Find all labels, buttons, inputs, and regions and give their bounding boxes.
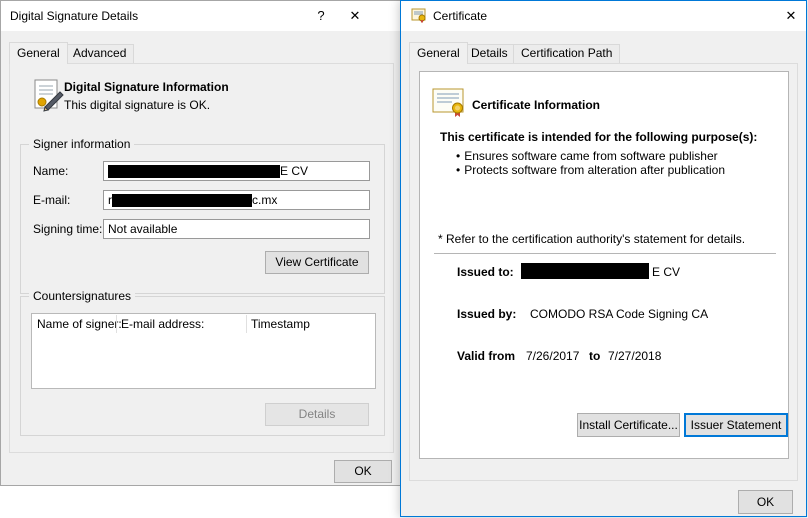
issuer-statement-button[interactable]: Issuer Statement (684, 413, 788, 437)
countersignatures-legend: Countersignatures (29, 289, 135, 304)
close-icon[interactable]: ✕ (774, 1, 808, 31)
column-email-address[interactable]: E-mail address: (121, 317, 204, 331)
signature-icon (32, 78, 64, 115)
right-titlebar[interactable]: Certificate ✕ (401, 1, 806, 31)
email-value-suffix: c.mx (252, 193, 277, 207)
column-separator (116, 315, 117, 333)
name-field[interactable]: E CV (103, 161, 370, 181)
signer-information-group: Signer information Name: E CV E-mail: rc… (20, 144, 385, 294)
certificate-icon (432, 88, 468, 121)
valid-to-word: to (589, 349, 600, 363)
certificate-information-heading: Certificate Information (472, 98, 600, 112)
tab-general[interactable]: General (9, 42, 68, 64)
signing-time-label: Signing time: (33, 222, 102, 236)
bullet-icon: • (456, 163, 460, 177)
ok-button[interactable]: OK (334, 460, 392, 483)
bullet-icon: • (456, 149, 460, 163)
ok-button[interactable]: OK (738, 490, 793, 514)
tab-certification-path[interactable]: Certification Path (513, 44, 620, 63)
issued-by-label: Issued by: (457, 307, 516, 321)
tab-details[interactable]: Details (463, 44, 516, 63)
certificate-titlebar-icon (411, 8, 427, 27)
issued-by-value: COMODO RSA Code Signing CA (530, 307, 708, 321)
left-titlebar[interactable]: Digital Signature Details ? ✕ (1, 1, 400, 31)
email-redaction (112, 194, 252, 207)
column-timestamp[interactable]: Timestamp (251, 317, 310, 331)
left-dialog-title: Digital Signature Details (10, 9, 138, 23)
signature-status-text: This digital signature is OK. (64, 98, 210, 112)
signature-info-heading: Digital Signature Information (64, 80, 229, 94)
issued-to-redaction (521, 263, 649, 279)
name-label: Name: (33, 164, 68, 178)
valid-to-date: 7/27/2018 (608, 349, 661, 363)
certificate-dialog: Certificate ✕ General Details Certificat… (400, 0, 807, 517)
view-certificate-button[interactable]: View Certificate (265, 251, 369, 274)
purpose-text: Ensures software came from software publ… (464, 149, 717, 163)
general-tab-panel: Digital Signature Information This digit… (9, 63, 394, 453)
certificate-info-panel: Certificate Information This certificate… (419, 71, 789, 459)
digital-signature-details-dialog: Digital Signature Details ? ✕ General Ad… (0, 0, 401, 486)
name-value-suffix: E CV (280, 164, 308, 178)
purposes-heading: This certificate is intended for the fol… (440, 130, 757, 144)
valid-from-label: Valid from (457, 349, 515, 363)
issued-to-label: Issued to: (457, 265, 514, 279)
purpose-text: Protects software from alteration after … (464, 163, 725, 177)
general-tab-panel: Certificate Information This certificate… (409, 63, 798, 481)
tab-general[interactable]: General (409, 42, 468, 64)
install-certificate-button[interactable]: Install Certificate... (577, 413, 680, 437)
email-label: E-mail: (33, 193, 70, 207)
purpose-item: • Protects software from alteration after… (456, 163, 725, 177)
right-dialog-title: Certificate (433, 9, 487, 23)
issued-to-value-suffix: E CV (652, 265, 680, 279)
signing-time-field[interactable]: Not available (103, 219, 370, 239)
refer-note: * Refer to the certification authority's… (438, 232, 745, 246)
countersignatures-group: Countersignatures Name of signer: E-mail… (20, 296, 385, 436)
purpose-item: • Ensures software came from software pub… (456, 149, 718, 163)
close-icon[interactable]: ✕ (338, 1, 372, 31)
signing-time-value: Not available (108, 222, 177, 236)
desktop: Digital Signature Details ? ✕ General Ad… (0, 0, 808, 518)
name-redaction (108, 165, 280, 178)
details-button: Details (265, 403, 369, 426)
help-button[interactable]: ? (304, 1, 338, 31)
countersignatures-list[interactable]: Name of signer: E-mail address: Timestam… (31, 313, 376, 389)
column-separator (246, 315, 247, 333)
valid-from-date: 7/26/2017 (526, 349, 579, 363)
email-field[interactable]: rc.mx (103, 190, 370, 210)
signer-information-legend: Signer information (29, 137, 134, 152)
separator (434, 253, 776, 254)
tab-advanced[interactable]: Advanced (65, 44, 134, 63)
column-name-of-signer[interactable]: Name of signer: (37, 317, 122, 331)
